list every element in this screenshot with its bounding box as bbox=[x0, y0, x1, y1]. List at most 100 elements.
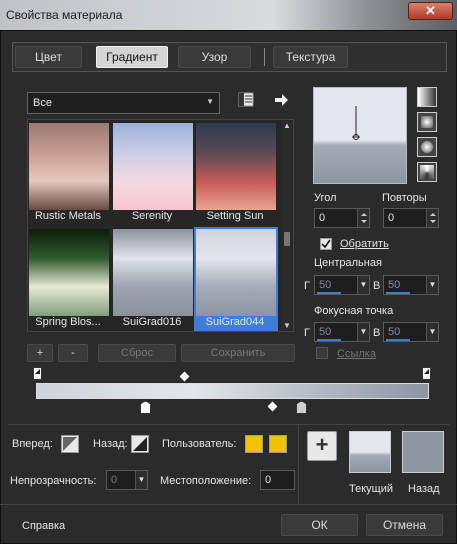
location-input[interactable]: 0 bbox=[260, 470, 295, 490]
resource-manager-icon[interactable] bbox=[238, 92, 255, 108]
center-v-dropdown-icon[interactable]: ▼ bbox=[426, 276, 438, 294]
center-h-input[interactable]: 50 ▼ bbox=[314, 275, 370, 295]
preset-name: SuiGrad016 bbox=[122, 316, 182, 328]
repeats-value: 0 bbox=[388, 212, 395, 224]
location-label: Местоположение: bbox=[160, 475, 252, 487]
preset-name: Rustic Metals bbox=[34, 210, 102, 222]
invert-checkbox[interactable] bbox=[320, 238, 332, 250]
focal-label: Фокусная точка bbox=[314, 305, 394, 317]
angle-label: Угол bbox=[314, 192, 337, 204]
location-value: 0 bbox=[265, 474, 272, 486]
focal-h-dropdown-icon[interactable]: ▼ bbox=[357, 323, 369, 341]
sunburst-gradient-button[interactable] bbox=[417, 137, 437, 157]
focal-v-input[interactable]: 50 ▼ bbox=[383, 322, 439, 342]
close-button[interactable]: ✕ bbox=[408, 2, 453, 20]
ok-button[interactable]: ОК bbox=[281, 514, 358, 536]
arrow-right-icon[interactable] bbox=[273, 92, 289, 108]
back-color-button[interactable] bbox=[131, 435, 149, 453]
opacity-label: Непрозрачность: bbox=[10, 475, 97, 487]
tab-separator bbox=[264, 48, 265, 66]
center-v-value: 50 bbox=[388, 279, 401, 291]
link-label[interactable]: Ссылка bbox=[337, 348, 376, 360]
opacity-stop-left[interactable] bbox=[33, 367, 42, 380]
gradient-preview[interactable] bbox=[313, 87, 407, 184]
current-label: Текущий bbox=[349, 483, 393, 495]
focal-h-prefix: Г bbox=[304, 327, 310, 339]
tab-color[interactable]: Цвет bbox=[15, 46, 82, 68]
tab-pattern[interactable]: Узор bbox=[178, 46, 251, 68]
rectangular-gradient-button[interactable] bbox=[417, 112, 437, 132]
tab-texture[interactable]: Текстура bbox=[273, 46, 348, 68]
preset-name: Setting Sun bbox=[206, 210, 264, 222]
focal-v-dropdown-icon[interactable]: ▼ bbox=[426, 323, 438, 341]
previous-swatch[interactable] bbox=[402, 431, 444, 473]
preset-item[interactable]: Rustic Metals bbox=[27, 121, 111, 225]
separator-vertical bbox=[298, 424, 299, 504]
focal-v-value: 50 bbox=[388, 326, 401, 338]
center-h-value: 50 bbox=[319, 279, 332, 291]
window-title: Свойства материала bbox=[6, 8, 123, 22]
remove-preset-button[interactable]: - bbox=[58, 344, 88, 362]
angle-spin-arrows[interactable] bbox=[357, 209, 369, 227]
gallery-scrollbar[interactable]: ▲ ▼ bbox=[281, 121, 293, 330]
angle-value: 0 bbox=[319, 212, 326, 224]
preset-name: Spring Blos... bbox=[35, 316, 101, 328]
preset-item[interactable]: Serenity bbox=[111, 121, 195, 225]
current-swatch[interactable] bbox=[349, 431, 391, 473]
scroll-down-icon[interactable]: ▼ bbox=[283, 321, 291, 330]
center-label: Центральная bbox=[314, 257, 382, 269]
add-to-swatches-button[interactable]: + bbox=[307, 431, 337, 461]
link-checkbox[interactable] bbox=[316, 347, 328, 359]
angle-input[interactable]: 0 bbox=[314, 208, 370, 228]
user-color-swatch-1[interactable] bbox=[245, 435, 263, 453]
cancel-button[interactable]: Отмена bbox=[366, 514, 443, 536]
gradient-bar[interactable] bbox=[36, 383, 429, 399]
repeats-label: Повторы bbox=[382, 192, 427, 204]
linear-gradient-button[interactable] bbox=[417, 87, 437, 107]
preset-thumbnail bbox=[113, 123, 193, 210]
preset-item[interactable]: SuiGrad044 bbox=[194, 227, 278, 331]
back-label: Назад: bbox=[93, 438, 128, 450]
preset-thumbnail bbox=[196, 229, 276, 316]
focal-h-input[interactable]: 50 ▼ bbox=[314, 322, 370, 342]
chevron-down-icon: ▼ bbox=[206, 97, 214, 106]
tab-gradient[interactable]: Градиент bbox=[96, 46, 168, 68]
preset-thumbnail bbox=[113, 229, 193, 316]
opacity-dropdown-icon[interactable]: ▼ bbox=[135, 471, 147, 489]
scroll-up-icon[interactable]: ▲ bbox=[283, 121, 291, 130]
forward-label: Вперед: bbox=[12, 438, 53, 450]
forward-color-button[interactable] bbox=[61, 435, 79, 453]
radial-gradient-button[interactable] bbox=[417, 162, 437, 182]
separator bbox=[8, 424, 449, 425]
repeats-input[interactable]: 0 bbox=[383, 208, 439, 228]
center-v-input[interactable]: 50 ▼ bbox=[383, 275, 439, 295]
preset-thumbnail bbox=[29, 123, 109, 210]
focal-v-prefix: В bbox=[373, 327, 381, 339]
center-h-prefix: Г bbox=[304, 280, 310, 292]
repeats-spin-arrows[interactable] bbox=[426, 209, 438, 227]
invert-label[interactable]: Обратить bbox=[340, 238, 389, 250]
add-preset-button[interactable]: + bbox=[27, 344, 53, 362]
category-select[interactable]: Все ▼ bbox=[27, 92, 220, 114]
focal-v-bar bbox=[386, 339, 410, 341]
focal-h-value: 50 bbox=[319, 326, 332, 338]
scroll-thumb[interactable] bbox=[284, 232, 290, 246]
save-preset-button[interactable]: Сохранить bbox=[181, 344, 295, 362]
opacity-stop-right[interactable] bbox=[422, 367, 431, 380]
preset-item[interactable]: SuiGrad016 bbox=[111, 227, 195, 331]
title-bar[interactable]: Свойства материала bbox=[0, 0, 457, 30]
user-label: Пользователь: bbox=[162, 438, 237, 450]
user-color-swatch-2[interactable] bbox=[269, 435, 287, 453]
help-button[interactable]: Справка bbox=[22, 520, 65, 532]
center-h-bar bbox=[317, 292, 341, 294]
focal-h-bar bbox=[317, 339, 341, 341]
preset-item[interactable]: Spring Blos... bbox=[27, 227, 111, 331]
category-value: Все bbox=[33, 97, 52, 109]
preset-thumbnail bbox=[29, 229, 109, 316]
opacity-input[interactable]: 0 ▼ bbox=[106, 470, 148, 490]
center-v-prefix: В bbox=[373, 280, 381, 292]
reset-button[interactable]: Сброс bbox=[98, 344, 176, 362]
preset-item[interactable]: Setting Sun bbox=[194, 121, 278, 225]
center-v-bar bbox=[386, 292, 410, 294]
center-h-dropdown-icon[interactable]: ▼ bbox=[357, 276, 369, 294]
